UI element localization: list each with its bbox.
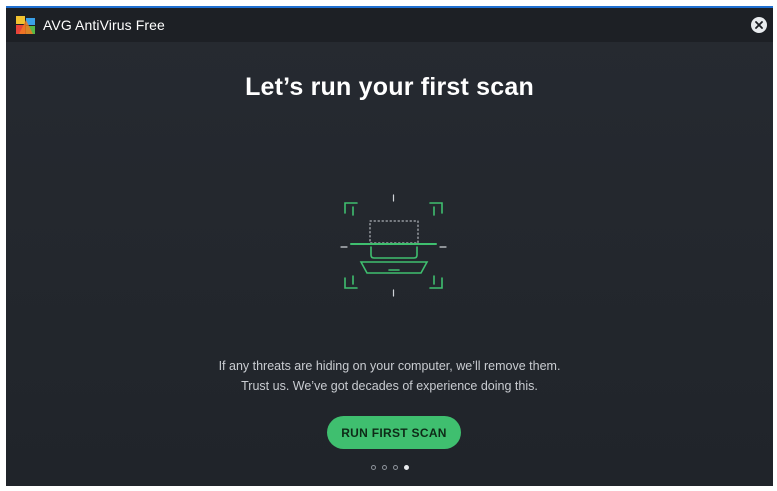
run-first-scan-button[interactable]: RUN FIRST SCAN [327,416,461,449]
pagination-dot-4[interactable] [403,465,409,470]
description-line-1: If any threats are hiding on your comput… [218,359,561,373]
laptop-scan-icon [340,194,447,297]
pagination-dot-2[interactable] [381,465,387,470]
pagination-dot-3[interactable] [392,465,398,470]
close-icon [755,21,763,29]
title-bar: AVG AntiVirus Free [6,8,773,42]
window-title: AVG AntiVirus Free [43,17,165,33]
description: If any threats are hiding on your comput… [6,356,773,396]
pagination-dot-1[interactable] [370,465,376,470]
pagination-dots [6,465,773,470]
page-title: Let’s run your first scan [245,73,534,101]
description-line-2: Trust us. We’ve got decades of experienc… [241,379,538,393]
avg-logo-icon [16,16,35,34]
app-window: AVG AntiVirus Free Let’s run your first … [6,6,773,486]
close-button[interactable] [751,17,767,33]
